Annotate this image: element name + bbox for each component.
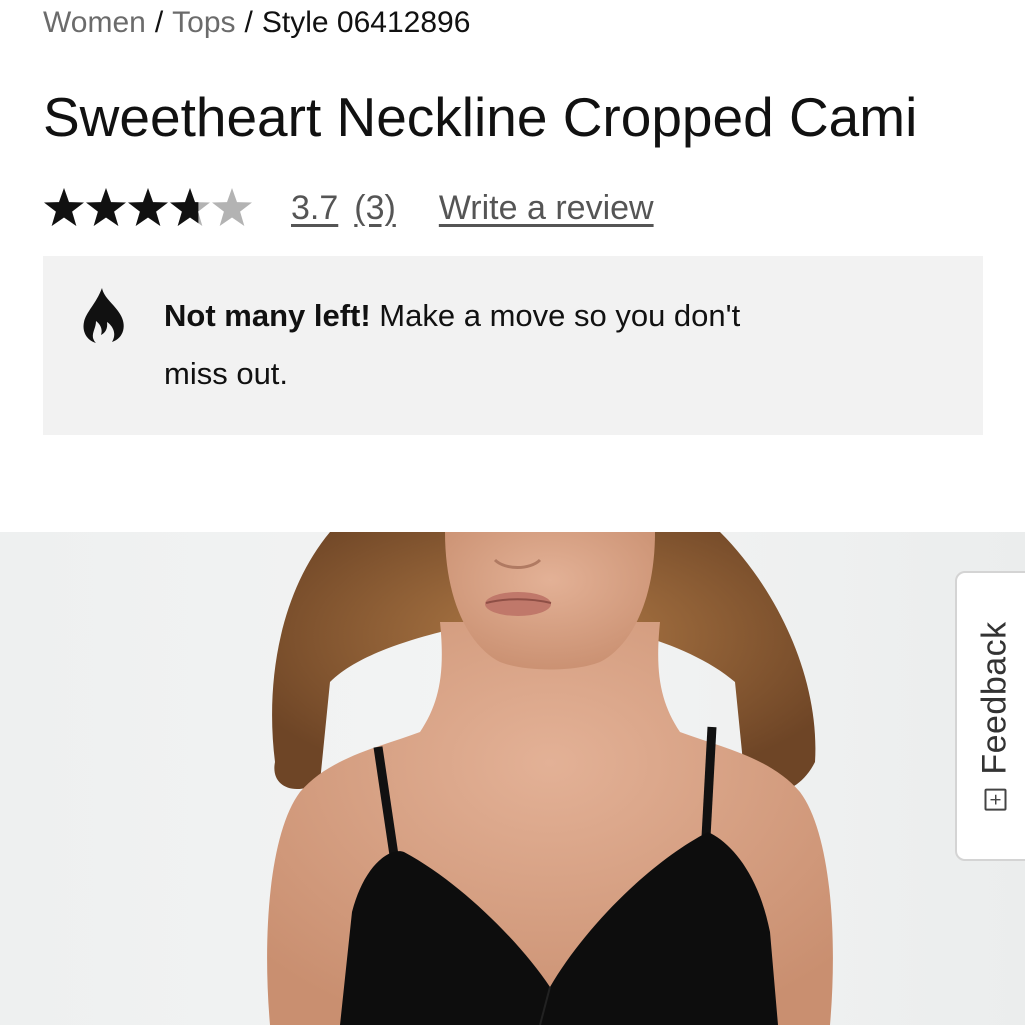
- stars-graphic: [44, 188, 252, 226]
- feedback-content: + Feedback: [975, 621, 1015, 811]
- feedback-tab[interactable]: + Feedback: [955, 571, 1025, 861]
- write-review-link[interactable]: Write a review: [439, 189, 654, 228]
- feedback-label: Feedback: [975, 621, 1014, 775]
- plus-box-icon: +: [984, 788, 1007, 811]
- star-icon: [212, 188, 252, 226]
- flame-icon: [83, 288, 124, 343]
- rating-row: 3.7 (3) Write a review: [43, 184, 654, 232]
- breadcrumb-current: Style 06412896: [261, 6, 471, 39]
- low-stock-notice: Not many left! Make a move so you don't …: [43, 256, 983, 435]
- product-image[interactable]: [0, 532, 1025, 1025]
- star-filled-icon: [86, 188, 126, 226]
- breadcrumb-link-tops[interactable]: Tops: [172, 6, 235, 39]
- model-photo: [0, 532, 1025, 1025]
- breadcrumb-link-women[interactable]: Women: [43, 6, 146, 39]
- notice-message: Not many left! Make a move so you don't …: [164, 287, 764, 403]
- star-filled-icon: [128, 188, 168, 226]
- review-count-link[interactable]: (3): [354, 189, 396, 228]
- product-page: Women / Tops / Style 06412896 Sweetheart Nec…: [0, 0, 1025, 1025]
- product-title: Sweetheart Neckline Cropped Cami: [43, 86, 918, 148]
- breadcrumb: Women / Tops / Style 06412896: [43, 4, 470, 42]
- star-rating[interactable]: [43, 186, 253, 230]
- breadcrumb-separator: /: [154, 6, 164, 39]
- notice-bold-text: Not many left!: [164, 298, 371, 333]
- rating-value-link[interactable]: 3.7: [291, 189, 338, 228]
- breadcrumb-separator: /: [244, 6, 253, 39]
- star-filled-icon: [44, 188, 84, 226]
